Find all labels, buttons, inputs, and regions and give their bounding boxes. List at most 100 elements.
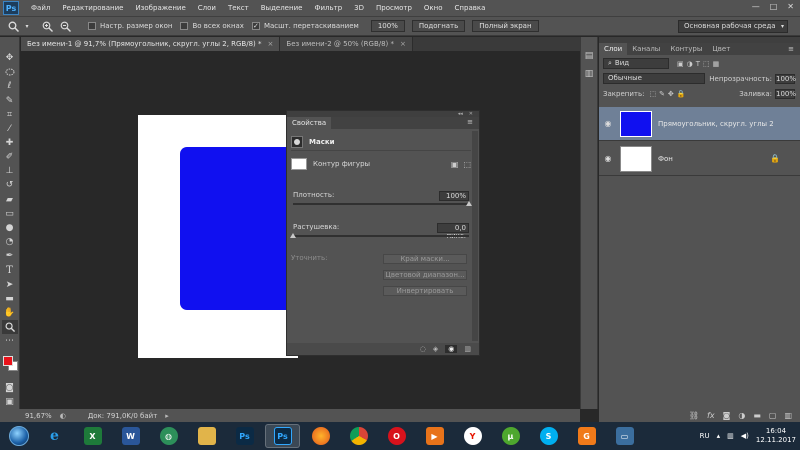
tab-document-2[interactable]: Без имени-2 @ 50% (RGB/8) * × [280,37,413,51]
eye-icon[interactable]: ◉ [445,345,458,353]
menu-image[interactable]: Изображение [129,4,191,12]
taskbar-screen[interactable]: ▭ [607,424,642,448]
layer-thumbnail[interactable] [620,145,652,172]
tab-paths[interactable]: Контуры [665,43,707,55]
invert-button[interactable]: Инвертировать [383,286,467,296]
tray-arrow-icon[interactable]: ▴ [717,432,721,440]
stamp-tool-icon[interactable]: ⊥ [2,164,18,178]
taskbar-photoshop-1[interactable]: Ps [227,424,262,448]
language-indicator[interactable]: RU [700,432,710,440]
layer-row-shape[interactable]: ◉ Прямоугольник, скругл. углы 2 [599,107,800,141]
healing-tool-icon[interactable]: ✚ [2,136,18,150]
maximize-icon[interactable]: □ [770,2,778,11]
eye-icon[interactable]: ◉ [599,119,617,128]
density-slider[interactable] [293,201,472,206]
taskbar-utorrent[interactable]: µ [493,424,528,448]
blur-tool-icon[interactable]: ● [2,221,18,235]
history-panel-icon[interactable]: ▤ [585,51,594,61]
new-group-icon[interactable]: ▬ [753,411,761,420]
chevron-down-icon[interactable]: ▾ [24,19,30,33]
taskbar-maps[interactable]: ◍ [151,424,186,448]
menu-file[interactable]: Файл [25,4,56,12]
panel-menu-icon[interactable]: ≡ [788,43,794,55]
blend-mode-select[interactable]: Обычные [603,73,706,84]
path-select-tool-icon[interactable]: ➤ [2,278,18,292]
apply-mask-icon[interactable]: ◈ [433,345,438,353]
density-input[interactable]: 100% [439,191,469,201]
taskbar-photoshop-2[interactable]: Ps [265,424,300,448]
foreground-color-swatch[interactable] [2,356,13,367]
zoom-tool-icon[interactable] [6,19,20,33]
marquee-tool-icon[interactable] [2,65,18,79]
status-menu-icon[interactable]: ▸ [165,412,169,420]
all-windows-checkbox[interactable]: Во всех окнах [180,22,244,30]
history-brush-icon[interactable]: ↺ [2,178,18,192]
resize-windows-checkbox[interactable]: Настр. размер окон [88,22,172,30]
zoom-level[interactable]: 91,67% [25,412,52,420]
quick-mask-icon[interactable]: ◙ [2,381,18,395]
zoom-in-icon[interactable] [40,19,54,33]
taskbar-chrome[interactable] [341,424,376,448]
taskbar-firefox[interactable] [303,424,338,448]
tab-document-1[interactable]: Без имени-1 @ 91,7% (Прямоугольник, скру… [21,37,281,51]
mask-edge-button[interactable]: Край маски... [383,254,467,264]
link-layers-icon[interactable]: ⛓ [689,411,699,420]
zoom-tool-icon[interactable] [1,319,18,335]
taskbar-yandex[interactable]: Y [455,424,490,448]
panel-menu-icon[interactable]: ≡ [467,118,473,126]
fill-screen-button[interactable]: Полный экран [472,20,539,32]
tab-layers[interactable]: Слои [599,43,628,55]
layer-style-icon[interactable]: fx [707,411,715,420]
minimize-icon[interactable]: — [752,2,760,11]
hand-tool-icon[interactable]: ✋ [2,306,18,320]
filter-icons[interactable]: ▣◑T⬚▦ [677,60,722,68]
status-arrow-icon[interactable]: ◐ [60,412,66,420]
taskbar-explorer[interactable] [189,424,224,448]
lasso-tool-icon[interactable]: ℓ [2,79,18,93]
tab-color[interactable]: Цвет [707,43,735,55]
add-mask-icon[interactable]: ◙ [723,411,731,420]
more-tools-icon[interactable]: ⋯ [2,334,18,348]
gradient-tool-icon[interactable]: ▭ [2,207,18,221]
menu-layers[interactable]: Слои [192,4,222,12]
menu-type[interactable]: Текст [222,4,255,12]
new-layer-icon[interactable]: ▢ [769,411,777,420]
menu-select[interactable]: Выделение [255,4,309,12]
brush-tool-icon[interactable]: ✐ [2,150,18,164]
properties-panel-icon[interactable]: ▥ [585,69,594,79]
layer-thumbnail[interactable] [620,110,652,137]
lock-icons[interactable]: ⬚✎✥🔒 [649,90,688,98]
taskbar-player[interactable]: ▶ [417,424,452,448]
eyedropper-tool-icon[interactable]: ⁄ [2,122,18,136]
scrubby-zoom-checkbox[interactable]: ✓ Масшт. перетаскиванием [251,22,359,30]
menu-view[interactable]: Просмотр [370,4,418,12]
start-button[interactable] [4,423,34,449]
color-swatches[interactable] [1,354,19,375]
layer-filter-select[interactable]: ⌕ Вид [603,58,669,69]
shape-tool-icon[interactable]: ▬ [2,292,18,306]
menu-filter[interactable]: Фильтр [308,4,348,12]
load-selection-icon[interactable]: ◌ [420,345,426,353]
tab-properties[interactable]: Свойства [287,117,332,129]
feather-input[interactable]: 0,0 пикс. [437,223,469,240]
color-range-button[interactable]: Цветовой диапазон... [383,270,467,280]
move-tool-icon[interactable]: ✥ [2,51,18,65]
trash-icon[interactable]: ▥ [464,345,471,353]
checkbox-box[interactable] [180,22,189,30]
rounded-rectangle-shape[interactable] [180,147,298,310]
menu-3d[interactable]: 3D [348,4,370,12]
checkbox-box[interactable] [88,22,96,30]
menu-window[interactable]: Окно [418,4,449,12]
close-icon[interactable]: × [268,40,274,48]
crop-tool-icon[interactable]: ⌗ [2,108,18,122]
tab-channels[interactable]: Каналы [627,43,665,55]
menu-help[interactable]: Справка [449,4,492,12]
add-vector-mask-icon[interactable]: ⬚ [463,160,471,169]
taskbar-word[interactable]: W [113,424,148,448]
taskbar-opera[interactable]: O [379,424,414,448]
close-icon[interactable]: × [400,40,406,48]
checkmark-icon[interactable]: ✓ [251,22,260,30]
type-tool-icon[interactable]: T [2,263,18,277]
layer-row-background[interactable]: ◉ Фон 🔒 [599,142,800,176]
eye-icon[interactable]: ◉ [599,154,617,163]
